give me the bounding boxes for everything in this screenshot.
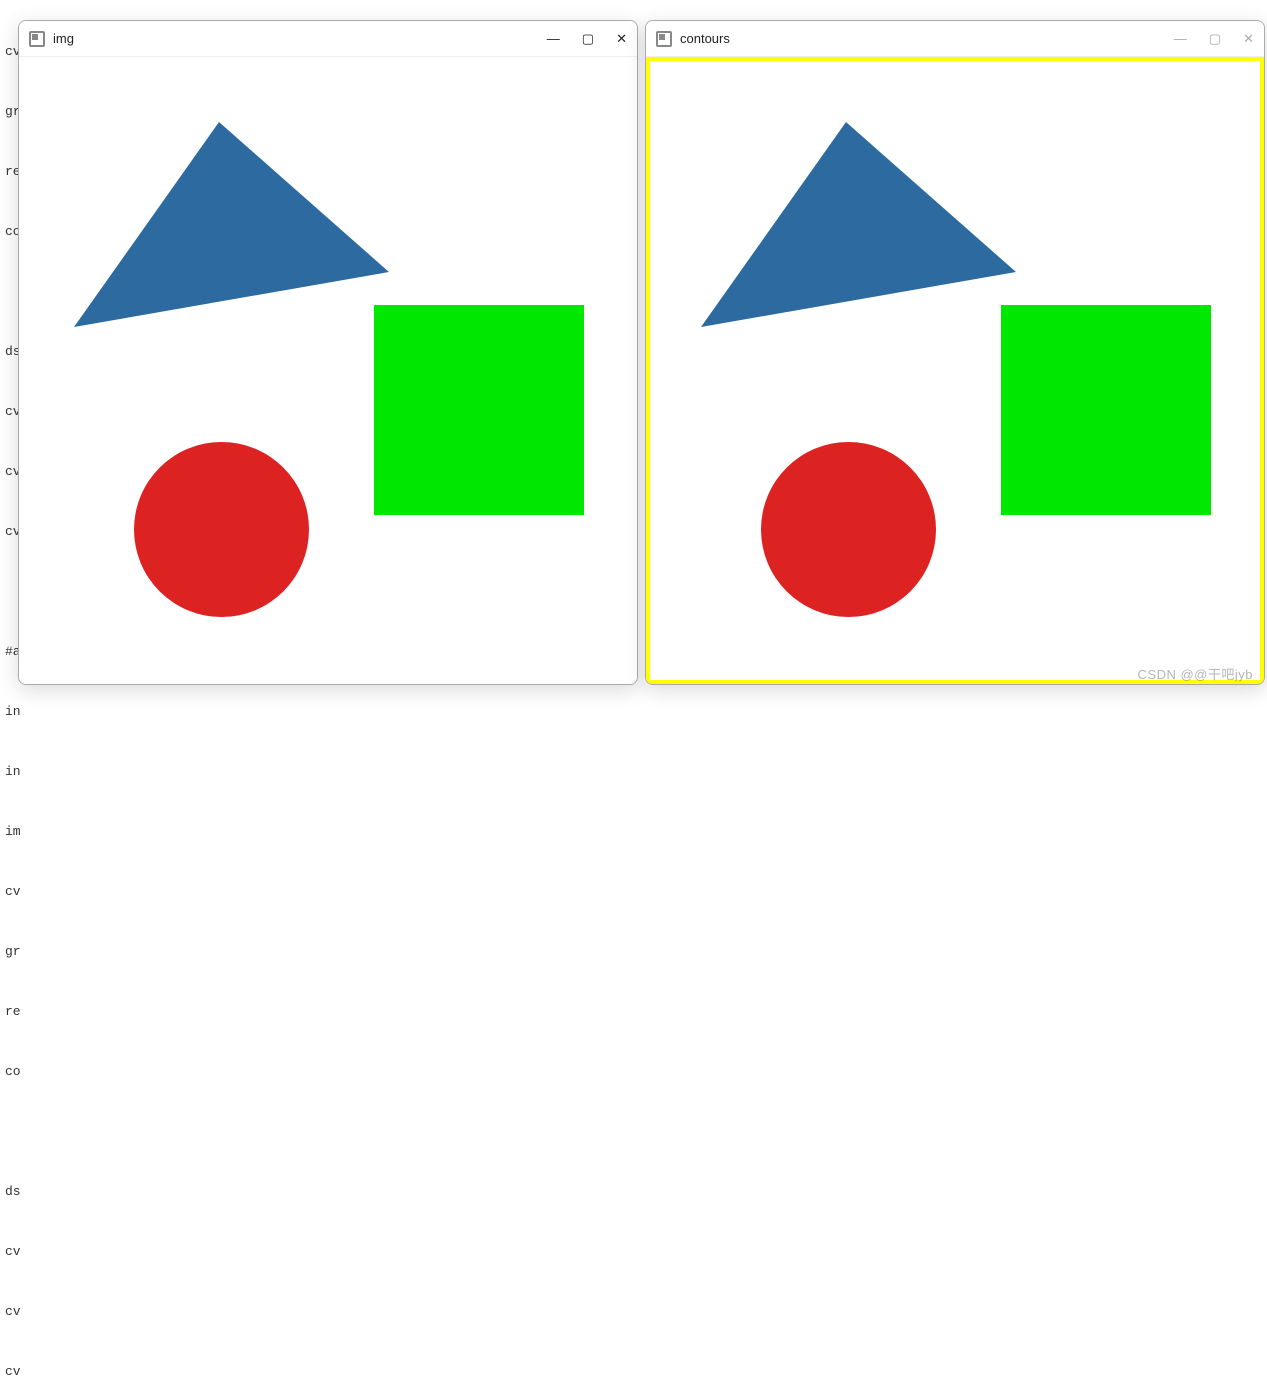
square-shape: [1001, 305, 1211, 515]
minimize-button[interactable]: —: [547, 31, 560, 46]
close-button[interactable]: ✕: [1243, 31, 1254, 47]
maximize-button[interactable]: ▢: [582, 31, 594, 47]
image-canvas-contours: [646, 57, 1264, 684]
minimize-button[interactable]: —: [1174, 31, 1187, 46]
code-line: gr: [5, 944, 21, 959]
code-line: cv: [5, 884, 21, 899]
watermark: CSDN @@干吧jyb: [1138, 664, 1253, 683]
code-line: cv: [5, 1244, 21, 1259]
circle-shape: [761, 442, 936, 617]
triangle-shape: [701, 122, 1021, 332]
code-line: im: [5, 824, 21, 839]
code-line: cv: [5, 1364, 21, 1379]
window-title: img: [53, 31, 547, 46]
code-line: re: [5, 1004, 21, 1019]
circle-shape: [134, 442, 309, 617]
app-icon: [29, 31, 45, 47]
app-icon: [656, 31, 672, 47]
code-line: co: [5, 1064, 21, 1079]
code-line: in: [5, 764, 21, 779]
maximize-button[interactable]: ▢: [1209, 31, 1221, 47]
code-line: ds: [5, 1184, 21, 1199]
window-contours: contours — ▢ ✕: [645, 20, 1265, 685]
square-shape: [374, 305, 584, 515]
triangle-shape: [74, 122, 394, 332]
titlebar[interactable]: img — ▢ ✕: [19, 21, 637, 57]
code-line: cv: [5, 1304, 21, 1319]
titlebar[interactable]: contours — ▢ ✕: [646, 21, 1264, 57]
window-img: img — ▢ ✕: [18, 20, 638, 685]
image-canvas: [19, 57, 637, 684]
close-button[interactable]: ✕: [616, 31, 627, 47]
code-line: in: [5, 704, 21, 719]
window-title: contours: [680, 31, 1174, 46]
